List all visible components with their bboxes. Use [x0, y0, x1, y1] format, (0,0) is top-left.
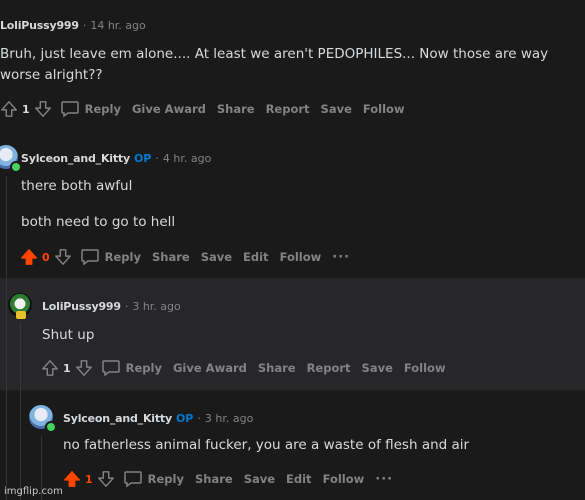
save-button[interactable]: Save [362, 361, 393, 375]
follow-button[interactable]: Follow [323, 472, 365, 486]
comment-line: both need to go to hell [21, 214, 176, 230]
action-bar: 1 Reply Share Save Edit Follow ··· [63, 470, 404, 488]
comment-body: there both awful both need to go to hell [21, 176, 175, 233]
comment-body: Shut up [42, 325, 94, 346]
report-button[interactable]: Report [307, 361, 351, 375]
arrow-down-icon [75, 360, 92, 376]
downvote-button[interactable] [75, 359, 93, 377]
comment-meta: LoliPussy999 · 3 hr. ago [42, 300, 181, 313]
author-name[interactable]: Sylceon_and_Kitty [63, 412, 172, 425]
timestamp[interactable]: 3 hr. ago [132, 300, 180, 313]
avatar[interactable] [29, 405, 57, 433]
author-name[interactable]: LoliPussy999 [0, 19, 79, 32]
reply-button[interactable]: Reply [60, 100, 121, 118]
share-button[interactable]: Share [195, 472, 233, 486]
reply-label: Reply [84, 102, 121, 116]
report-button[interactable]: Report [266, 102, 310, 116]
arrow-down-icon [34, 101, 51, 117]
timestamp[interactable]: 3 hr. ago [205, 412, 253, 425]
thread-line[interactable] [20, 322, 21, 390]
comment-1: LoliPussy999 · 14 hr. ago Bruh, just lea… [0, 0, 585, 128]
author-name[interactable]: LoliPussy999 [42, 300, 121, 313]
comment-line: there both awful [21, 178, 133, 194]
comment-3: LoliPussy999 · 3 hr. ago Shut up 1 Reply… [0, 278, 585, 390]
comment-meta: LoliPussy999 · 14 hr. ago [0, 19, 146, 32]
op-badge: OP [133, 152, 152, 165]
more-options-button[interactable]: ··· [375, 472, 393, 487]
comment-bubble-icon [123, 471, 142, 488]
downvote-button[interactable] [97, 470, 115, 488]
avatar[interactable] [0, 145, 22, 173]
save-button[interactable]: Save [244, 472, 275, 486]
thread-line[interactable] [6, 278, 7, 390]
edit-button[interactable]: Edit [286, 472, 312, 486]
separator-dot: · [82, 19, 87, 32]
timestamp[interactable]: 14 hr. ago [90, 19, 145, 32]
downvote-button[interactable] [54, 248, 72, 266]
action-bar: 1 Reply Give Award Share Report Save Fol… [0, 100, 416, 118]
comment-2: Sylceon_and_Kitty OP · 4 hr. ago there b… [0, 128, 585, 278]
vote-count: 1 [22, 102, 30, 116]
arrow-down-icon [97, 471, 114, 487]
separator-dot: · [197, 412, 201, 425]
upvote-button[interactable] [0, 100, 18, 118]
action-bar: 1 Reply Give Award Share Report Save Fol… [41, 359, 457, 377]
avatar-badge [16, 311, 26, 319]
comment-meta: Sylceon_and_Kitty OP · 3 hr. ago [63, 412, 253, 425]
comment-4: Sylceon_and_Kitty OP · 3 hr. ago no fath… [0, 390, 585, 500]
share-button[interactable]: Share [152, 250, 190, 264]
comment-bubble-icon [60, 101, 79, 118]
follow-button[interactable]: Follow [404, 361, 446, 375]
comment-meta: Sylceon_and_Kitty OP · 4 hr. ago [21, 152, 211, 165]
arrow-up-icon [1, 101, 17, 117]
reply-button[interactable]: Reply [123, 470, 184, 488]
online-indicator [45, 421, 57, 433]
save-button[interactable]: Save [201, 250, 232, 264]
avatar[interactable] [8, 293, 32, 319]
more-options-button[interactable]: ··· [332, 250, 350, 265]
action-bar: 0 Reply Share Save Edit Follow ··· [20, 248, 361, 266]
edit-button[interactable]: Edit [243, 250, 269, 264]
reply-button[interactable]: Reply [80, 248, 141, 266]
follow-button[interactable]: Follow [280, 250, 322, 264]
reply-label: Reply [125, 361, 162, 375]
share-button[interactable]: Share [217, 102, 255, 116]
timestamp[interactable]: 4 hr. ago [163, 152, 211, 165]
comment-line: Shut up [42, 327, 95, 343]
give-award-button[interactable]: Give Award [173, 361, 247, 375]
comment-bubble-icon [101, 360, 120, 377]
author-name[interactable]: Sylceon_and_Kitty [21, 152, 130, 165]
reply-label: Reply [104, 250, 141, 264]
comment-body: no fatherless animal fucker, you are a w… [63, 435, 469, 456]
save-button[interactable]: Save [321, 102, 352, 116]
separator-dot: · [155, 152, 159, 165]
arrow-down-icon [54, 249, 71, 265]
comment-body: Bruh, just leave em alone.... At least w… [0, 44, 580, 86]
arrow-up-icon [21, 249, 37, 265]
upvote-button[interactable] [63, 470, 81, 488]
downvote-button[interactable] [34, 100, 52, 118]
watermark: imgflip.com [4, 486, 63, 497]
vote-count: 0 [42, 250, 50, 264]
thread-line[interactable] [20, 390, 21, 500]
vote-count: 1 [85, 472, 93, 486]
thread-line[interactable] [6, 176, 7, 278]
comment-line: no fatherless animal fucker, you are a w… [63, 437, 470, 453]
upvote-button[interactable] [20, 248, 38, 266]
comment-line: Bruh, just leave em alone.... At least w… [0, 46, 549, 83]
reply-label: Reply [147, 472, 184, 486]
separator-dot: · [124, 300, 129, 313]
thread-line[interactable] [6, 390, 7, 500]
upvote-button[interactable] [41, 359, 59, 377]
op-badge: OP [175, 412, 194, 425]
arrow-up-icon [64, 471, 80, 487]
share-button[interactable]: Share [258, 361, 296, 375]
comment-bubble-icon [80, 249, 99, 266]
reply-button[interactable]: Reply [101, 359, 162, 377]
arrow-up-icon [42, 360, 58, 376]
vote-count: 1 [63, 361, 71, 375]
follow-button[interactable]: Follow [363, 102, 405, 116]
give-award-button[interactable]: Give Award [132, 102, 206, 116]
